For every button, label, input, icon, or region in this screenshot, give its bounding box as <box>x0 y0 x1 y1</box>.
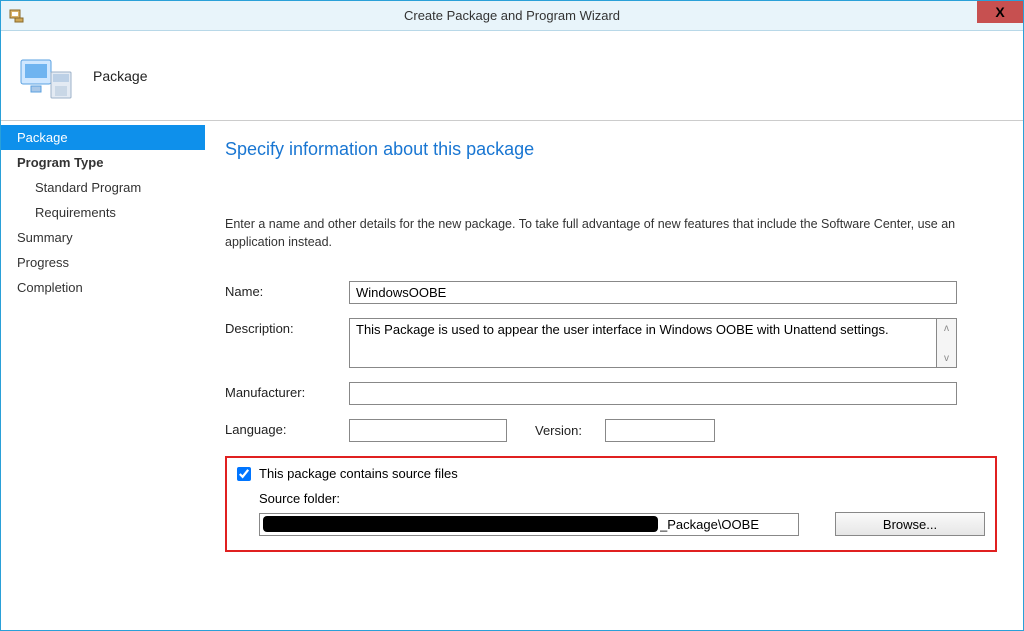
input-description[interactable] <box>349 318 937 368</box>
titlebar: Create Package and Program Wizard X <box>1 1 1023 31</box>
row-manufacturer: Manufacturer: <box>225 382 997 405</box>
label-language: Language: <box>225 419 349 437</box>
step-progress[interactable]: Progress <box>1 250 205 275</box>
input-name[interactable] <box>349 281 957 304</box>
page-heading: Specify information about this package <box>225 139 997 160</box>
page-description: Enter a name and other details for the n… <box>225 216 965 251</box>
close-button[interactable]: X <box>977 1 1023 23</box>
step-program-type[interactable]: Program Type <box>1 150 205 175</box>
row-language-version: Language: Version: <box>225 419 997 442</box>
step-summary[interactable]: Summary <box>1 225 205 250</box>
step-standard-program[interactable]: Standard Program <box>1 175 205 200</box>
step-requirements[interactable]: Requirements <box>1 200 205 225</box>
window-title: Create Package and Program Wizard <box>404 8 620 23</box>
source-files-group: This package contains source files Sourc… <box>225 456 997 552</box>
scroll-up-icon[interactable]: ʌ <box>937 319 956 337</box>
label-source-checkbox: This package contains source files <box>259 466 458 481</box>
label-name: Name: <box>225 281 349 299</box>
step-completion[interactable]: Completion <box>1 275 205 300</box>
label-source-folder: Source folder: <box>259 491 985 506</box>
browse-button[interactable]: Browse... <box>835 512 985 536</box>
header-banner: Package <box>1 31 1023 121</box>
label-version: Version: <box>535 423 605 438</box>
row-description: Description: ʌ v <box>225 318 997 368</box>
row-name: Name: <box>225 281 997 304</box>
input-manufacturer[interactable] <box>349 382 957 405</box>
main-panel: Specify information about this package E… <box>205 121 1023 630</box>
banner-title: Package <box>93 68 147 84</box>
package-icon <box>19 52 75 100</box>
app-icon <box>9 8 25 24</box>
scroll-down-icon[interactable]: v <box>937 349 956 367</box>
checkbox-source-files[interactable] <box>237 467 251 481</box>
wizard-steps-sidebar: Package Program Type Standard Program Re… <box>1 121 205 630</box>
input-version[interactable] <box>605 419 715 442</box>
redacted-path <box>263 516 658 532</box>
textarea-scrollbar[interactable]: ʌ v <box>937 318 957 368</box>
body-area: Package Program Type Standard Program Re… <box>1 121 1023 630</box>
step-package[interactable]: Package <box>1 125 205 150</box>
label-description: Description: <box>225 318 349 336</box>
label-manufacturer: Manufacturer: <box>225 382 349 400</box>
input-language[interactable] <box>349 419 507 442</box>
wizard-window: Create Package and Program Wizard X Pack… <box>0 0 1024 631</box>
